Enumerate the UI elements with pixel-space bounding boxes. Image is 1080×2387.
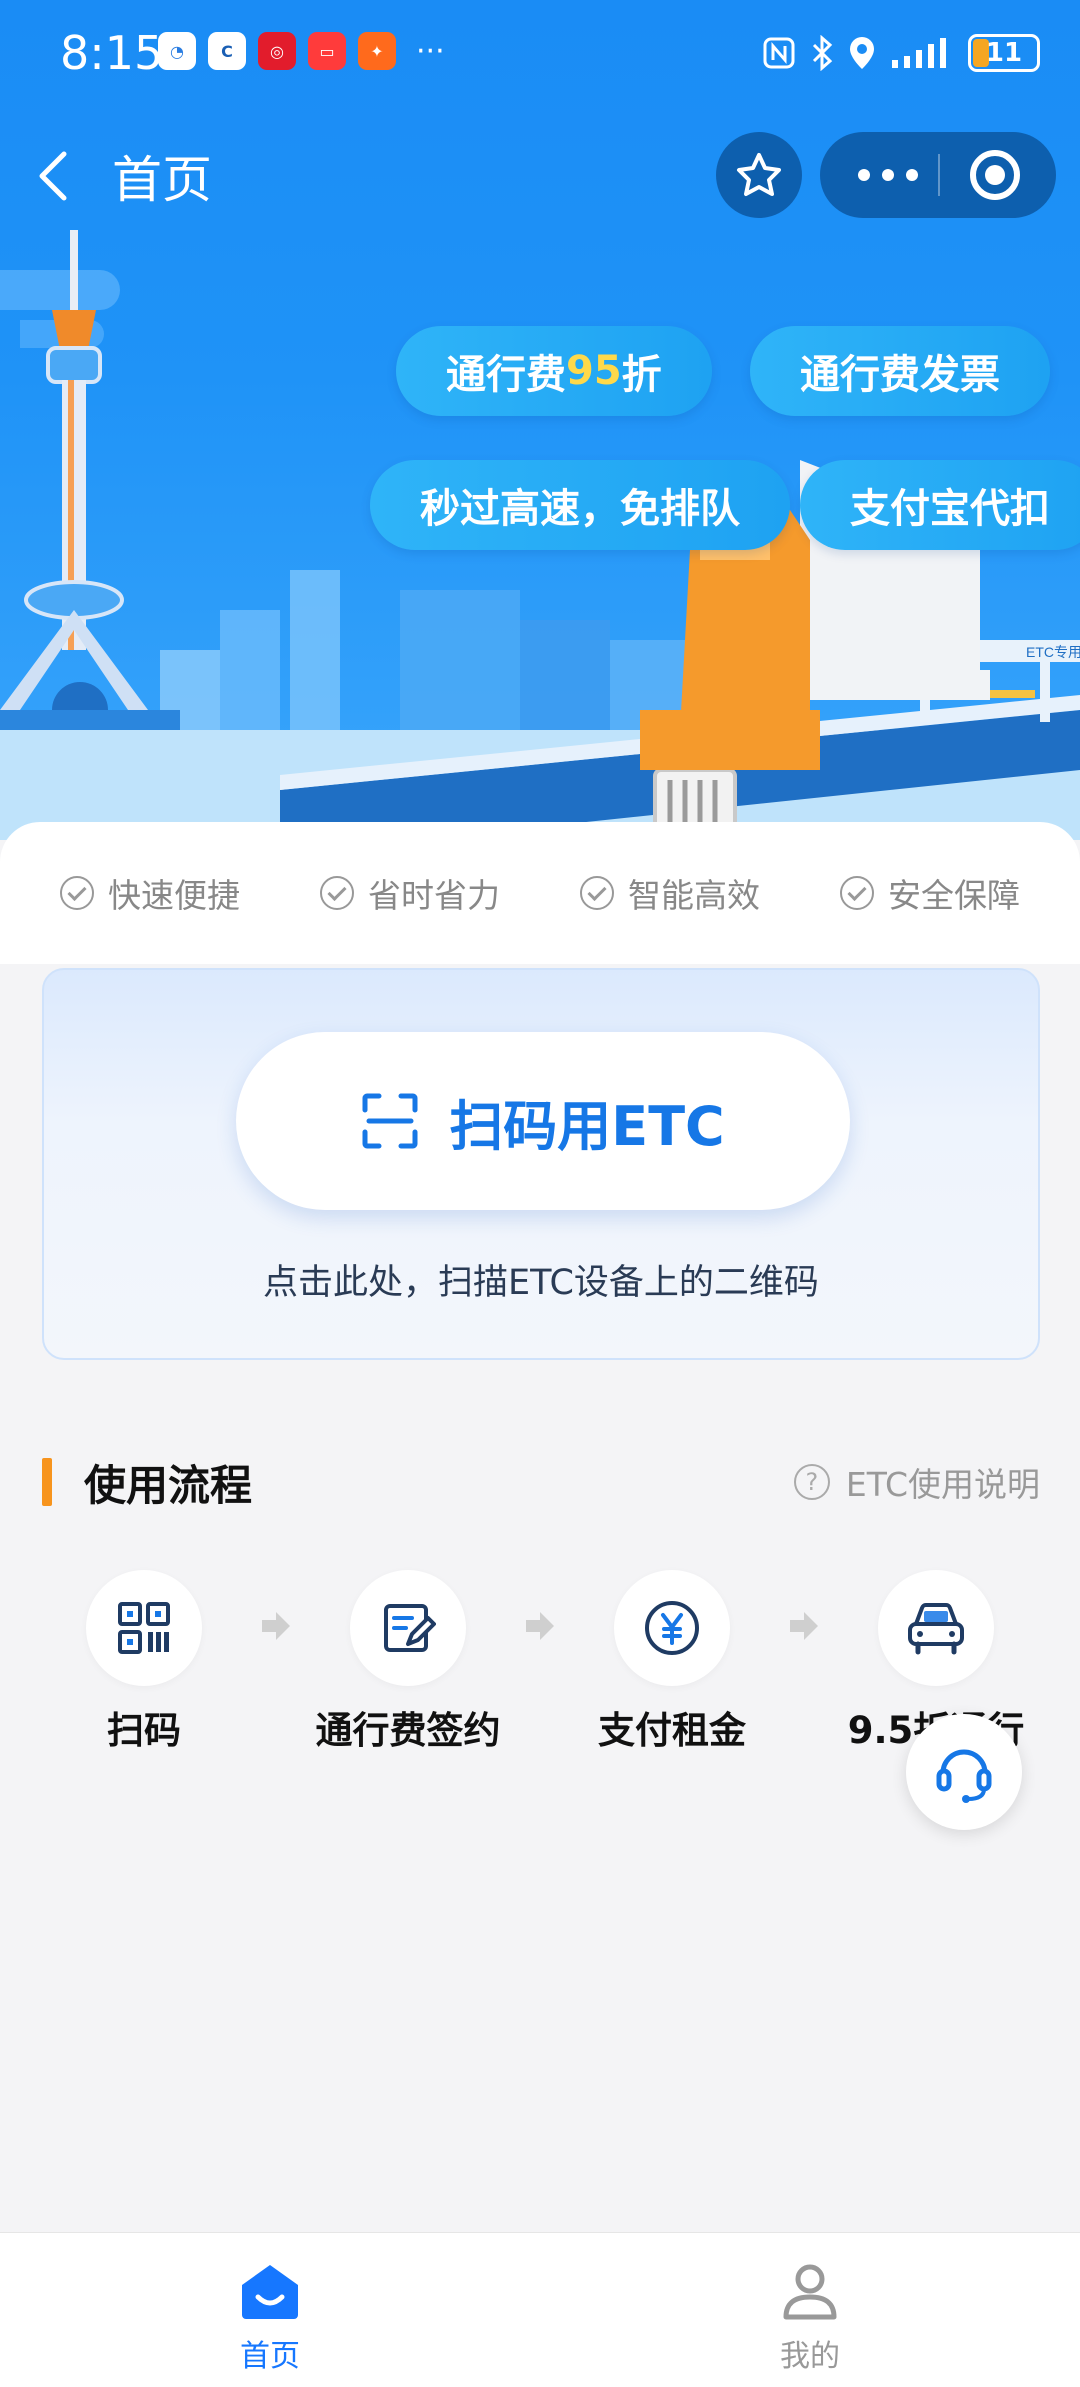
status-time: 8:15 — [60, 26, 164, 80]
gantry-label: ETC专用 — [1026, 644, 1080, 660]
bluetooth-icon — [812, 35, 833, 71]
page-title: 首页 — [112, 151, 212, 209]
battery-indicator: 11 — [968, 34, 1040, 72]
hero-banner: ETC专用 8:15 ◔ C ◎ ▭ ✦ ··· 11 首页 通行费 95 折 … — [0, 0, 1080, 840]
byd-app-icon: ◎ — [258, 32, 296, 70]
process-step-scan: 扫码 — [14, 1570, 274, 1754]
browser-app-icon: C — [208, 32, 246, 70]
feature-item: 快速便捷 — [60, 869, 240, 917]
scan-hint-text: 点击此处，扫描ETC设备上的二维码 — [263, 1263, 819, 1303]
signal-icon — [892, 38, 946, 68]
check-circle-icon — [320, 876, 354, 910]
tab-mine[interactable]: 我的 — [710, 2263, 910, 2375]
feature-item: 安全保障 — [840, 869, 1020, 917]
scan-card[interactable]: 扫码用ETC 点击此处，扫描ETC设备上的二维码 — [42, 968, 1040, 1360]
step-label: 通行费签约 — [315, 1709, 501, 1752]
promo-pill-fast-pass: 秒过高速，免排队 — [370, 460, 790, 550]
check-circle-icon — [840, 876, 874, 910]
check-circle-icon — [60, 876, 94, 910]
back-chevron-icon[interactable] — [30, 148, 80, 204]
scan-button-label: 扫码用ETC — [449, 1094, 725, 1158]
step-label: 扫码 — [107, 1709, 181, 1752]
star-icon — [737, 153, 781, 196]
nfc-icon — [763, 37, 795, 69]
step-label: 支付租金 — [598, 1709, 746, 1752]
etc-guide-label: ETC使用说明 — [845, 1465, 1040, 1504]
tab-home[interactable]: 首页 — [170, 2263, 370, 2375]
car-icon — [908, 1603, 964, 1655]
section-title: 使用流程 — [84, 1461, 253, 1510]
book-app-icon: ▭ — [308, 32, 346, 70]
feature-strip: 快速便捷 省时省力 智能高效 安全保障 — [0, 822, 1080, 964]
bottom-tab-bar: 首页 我的 — [0, 2232, 1080, 2387]
process-step-sign: 通行费签约 — [278, 1570, 538, 1754]
etc-guide-link[interactable]: ? ETC使用说明 — [793, 1458, 1040, 1506]
more-notifications-icon: ··· — [416, 33, 445, 69]
qrcode-icon — [118, 1602, 170, 1654]
process-steps: 扫码 通行费签约 支付租金 — [0, 1570, 1080, 1752]
navigation-bar: 首页 — [0, 130, 1080, 220]
favorite-button[interactable] — [716, 132, 802, 218]
promo-pill-alipay: 支付宝代扣 — [800, 460, 1080, 550]
section-accent-bar — [42, 1458, 52, 1506]
status-system-icons: 11 — [762, 34, 1040, 72]
scan-etc-button[interactable]: 扫码用ETC — [236, 1032, 850, 1210]
location-icon — [850, 37, 874, 69]
chat-app-icon: ◔ — [158, 32, 196, 70]
user-icon — [783, 2264, 837, 2320]
status-bar: 8:15 ◔ C ◎ ▭ ✦ ··· 11 — [0, 0, 1080, 110]
scan-frame-icon — [362, 1093, 418, 1149]
promo-pill-invoice: 通行费发票 — [750, 326, 1050, 416]
home-icon — [242, 2265, 298, 2319]
yen-coin-icon — [645, 1601, 699, 1655]
feature-item: 省时省力 — [320, 869, 500, 917]
process-step-pay: 支付租金 — [542, 1570, 802, 1754]
close-miniapp-button[interactable] — [970, 150, 1020, 200]
feature-item: 智能高效 — [580, 869, 760, 917]
customer-service-button[interactable] — [906, 1714, 1022, 1830]
headset-icon — [936, 1749, 992, 1803]
miniapp-capsule — [820, 132, 1056, 218]
taobao-app-icon: ✦ — [358, 32, 396, 70]
process-section-header: 使用流程 ? ETC使用说明 — [42, 1450, 1040, 1510]
check-circle-icon — [580, 876, 614, 910]
more-menu-button[interactable] — [858, 158, 938, 192]
promo-pill-discount: 通行费 95 折 — [396, 326, 712, 416]
battery-level: 11 — [985, 38, 1023, 68]
tab-label: 首页 — [240, 2339, 300, 2374]
help-circle-icon: ? — [793, 1464, 830, 1500]
tab-label: 我的 — [780, 2339, 840, 2374]
sign-contract-icon — [384, 1604, 436, 1652]
status-notification-icons: ◔ C ◎ ▭ ✦ ··· — [158, 32, 445, 70]
